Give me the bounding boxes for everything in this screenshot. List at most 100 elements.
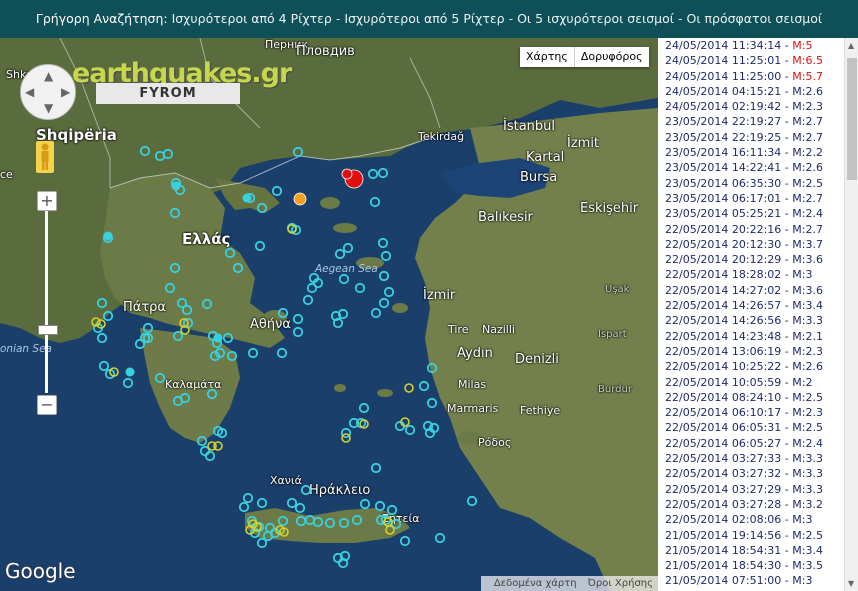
- earthquake-marker[interactable]: [169, 262, 181, 274]
- earthquake-marker[interactable]: [370, 307, 382, 319]
- earthquake-marker[interactable]: [222, 332, 234, 344]
- quake-list-item[interactable]: 24/05/2014 11:34:14 - M:5: [658, 38, 844, 53]
- map-type-map[interactable]: Χάρτης: [520, 47, 574, 67]
- earthquake-marker[interactable]: [162, 148, 174, 160]
- quake-list-item[interactable]: 22/05/2014 02:08:06 - M:3: [658, 512, 844, 527]
- quake-list-item[interactable]: 23/05/2014 05:25:21 - M:2.4: [658, 206, 844, 221]
- quake-list-item[interactable]: 22/05/2014 10:25:22 - M:2.6: [658, 359, 844, 374]
- earthquake-marker[interactable]: [377, 237, 389, 249]
- quake-list-item[interactable]: 22/05/2014 20:12:29 - M:3.6: [658, 252, 844, 267]
- earthquake-marker[interactable]: [399, 535, 411, 547]
- earthquake-marker[interactable]: [312, 516, 324, 528]
- earthquake-marker[interactable]: [204, 450, 216, 462]
- quake-list-item[interactable]: 22/05/2014 20:22:16 - M:2.7: [658, 222, 844, 237]
- earthquake-marker[interactable]: [295, 515, 307, 527]
- earthquake-marker-major[interactable]: [293, 192, 307, 206]
- earthquake-marker[interactable]: [404, 383, 414, 393]
- earthquake-marker[interactable]: [369, 196, 381, 208]
- earthquake-marker[interactable]: [354, 282, 366, 294]
- list-scrollbar[interactable]: ▲ ▼: [844, 38, 858, 591]
- earthquake-marker[interactable]: [238, 501, 250, 513]
- earthquake-marker[interactable]: [377, 167, 389, 179]
- quake-list-item[interactable]: 22/05/2014 13:06:19 - M:2.3: [658, 344, 844, 359]
- quake-list-item[interactable]: 22/05/2014 14:26:57 - M:3.4: [658, 298, 844, 313]
- scroll-down-icon[interactable]: ▼: [848, 579, 854, 588]
- zoom-in-button[interactable]: +: [37, 191, 57, 211]
- earthquake-marker[interactable]: [292, 326, 304, 338]
- earthquake-marker[interactable]: [370, 462, 382, 474]
- earthquake-marker[interactable]: [247, 347, 259, 359]
- earthquake-marker[interactable]: [213, 441, 223, 451]
- quake-list-item[interactable]: 22/05/2014 14:26:56 - M:3.3: [658, 313, 844, 328]
- earthquake-marker[interactable]: [466, 495, 478, 507]
- map-type-satellite[interactable]: Δορυφόρος: [573, 47, 649, 67]
- earthquake-marker[interactable]: [351, 514, 363, 526]
- earthquake-marker[interactable]: [122, 377, 134, 389]
- quake-list-item[interactable]: 22/05/2014 10:05:59 - M:2: [658, 375, 844, 390]
- earthquake-marker[interactable]: [224, 247, 236, 259]
- pan-control[interactable]: ▲ ◀ ▶ ▼: [20, 64, 76, 120]
- earthquake-marker[interactable]: [103, 231, 113, 241]
- earthquake-marker[interactable]: [96, 297, 108, 309]
- earthquake-marker[interactable]: [300, 484, 312, 496]
- earthquake-marker[interactable]: [386, 504, 398, 516]
- quake-list-item[interactable]: 24/05/2014 11:25:00 - M:5.7: [658, 69, 844, 84]
- earthquake-marker[interactable]: [338, 517, 350, 529]
- quake-list-item[interactable]: 22/05/2014 03:27:28 - M:3.2: [658, 497, 844, 512]
- quake-list-item[interactable]: 23/05/2014 14:22:41 - M:2.6: [658, 160, 844, 175]
- earthquake-marker[interactable]: [139, 145, 151, 157]
- earthquake-marker[interactable]: [96, 332, 108, 344]
- earthquake-marker[interactable]: [256, 497, 268, 509]
- earthquake-marker[interactable]: [292, 146, 304, 158]
- scroll-up-icon[interactable]: ▲: [848, 41, 854, 50]
- earthquake-marker[interactable]: [374, 500, 386, 512]
- earthquake-marker[interactable]: [426, 362, 438, 374]
- pan-left-icon[interactable]: ◀: [25, 85, 34, 99]
- quake-list-item[interactable]: 22/05/2014 20:12:30 - M:3.7: [658, 237, 844, 252]
- terms-link[interactable]: Όροι Χρήσης: [588, 578, 653, 589]
- earthquake-marker[interactable]: [359, 498, 371, 510]
- earthquake-marker[interactable]: [434, 532, 446, 544]
- zoom-slider-track[interactable]: [45, 211, 48, 393]
- earthquake-marker[interactable]: [338, 273, 350, 285]
- earthquake-marker[interactable]: [378, 270, 390, 282]
- earthquake-marker[interactable]: [154, 150, 166, 162]
- earthquake-marker[interactable]: [302, 294, 314, 306]
- quake-list-item[interactable]: 24/05/2014 11:25:01 - M:6.5: [658, 53, 844, 68]
- earthquake-marker[interactable]: [206, 388, 218, 400]
- map-data-link[interactable]: Δεδομένα χάρτη: [494, 578, 577, 589]
- link-top-5[interactable]: Οι 5 ισχυρότεροι σεισμοί: [517, 11, 674, 26]
- earthquake-marker[interactable]: [134, 338, 146, 350]
- earthquake-marker[interactable]: [181, 304, 193, 316]
- earthquake-marker[interactable]: [169, 207, 181, 219]
- quake-list-item[interactable]: 22/05/2014 08:24:10 - M:2.5: [658, 390, 844, 405]
- earthquake-marker[interactable]: [256, 202, 268, 214]
- earthquake-marker[interactable]: [171, 181, 181, 191]
- earthquake-marker[interactable]: [232, 262, 244, 274]
- quake-list-item[interactable]: 23/05/2014 22:19:27 - M:2.7: [658, 114, 844, 129]
- earthquake-marker[interactable]: [426, 397, 438, 409]
- earthquake-marker[interactable]: [404, 424, 416, 436]
- quake-list-item[interactable]: 23/05/2014 06:17:01 - M:2.7: [658, 191, 844, 206]
- link-stronger-than-4[interactable]: Ισχυρότεροι από 4 Ρίχτερ: [172, 11, 332, 26]
- earthquake-marker[interactable]: [242, 492, 254, 504]
- scrollbar-thumb[interactable]: [847, 58, 857, 180]
- quake-list-item[interactable]: 22/05/2014 06:05:31 - M:2.5: [658, 420, 844, 435]
- earthquake-marker[interactable]: [254, 240, 266, 252]
- pan-up-icon[interactable]: ▲: [44, 69, 53, 83]
- quake-list-item[interactable]: 24/05/2014 04:15:21 - M:2.6: [658, 84, 844, 99]
- quake-list-item[interactable]: 21/05/2014 18:54:31 - M:3.4: [658, 543, 844, 558]
- earthquake-marker[interactable]: [226, 350, 238, 362]
- earthquake-marker[interactable]: [342, 242, 354, 254]
- earthquake-marker[interactable]: [213, 333, 223, 343]
- quake-list-item[interactable]: 22/05/2014 06:05:27 - M:2.4: [658, 436, 844, 451]
- earthquake-marker[interactable]: [292, 313, 304, 325]
- zoom-slider-thumb[interactable]: [38, 325, 58, 335]
- earthquake-marker[interactable]: [172, 330, 184, 342]
- earthquake-marker[interactable]: [271, 185, 283, 197]
- earthquake-marker[interactable]: [418, 380, 430, 392]
- quake-list-item[interactable]: 21/05/2014 19:14:56 - M:2.5: [658, 528, 844, 543]
- quake-list-item[interactable]: 22/05/2014 03:27:29 - M:3.3: [658, 482, 844, 497]
- quake-list-item[interactable]: 22/05/2014 18:28:02 - M:3: [658, 267, 844, 282]
- pan-down-icon[interactable]: ▼: [44, 101, 53, 115]
